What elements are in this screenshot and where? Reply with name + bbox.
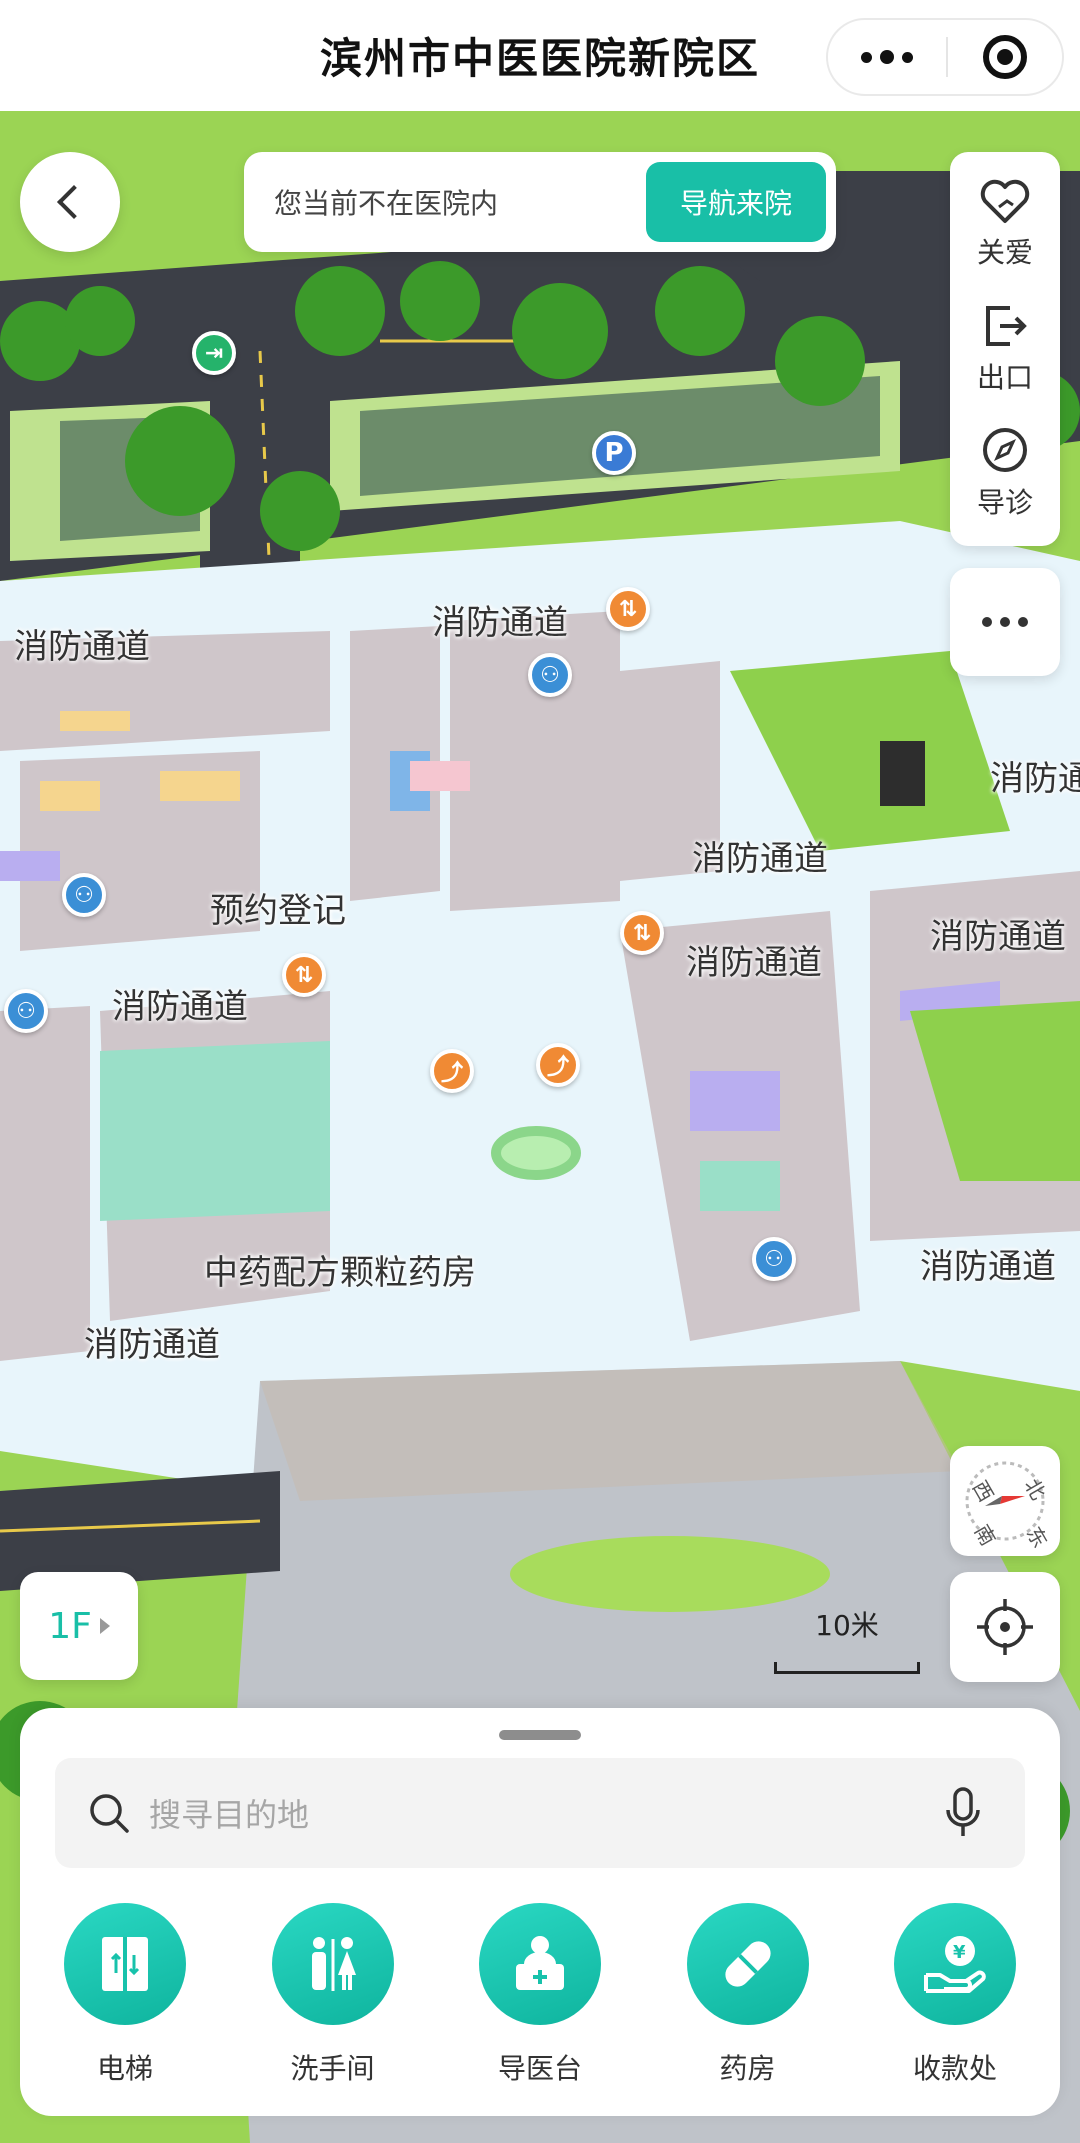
map-label-reservation[interactable]: 预约登记 [210, 883, 346, 932]
quick-guide-desk-label: 导医台 [497, 2052, 582, 2085]
sheet-drag-handle[interactable] [499, 1730, 581, 1740]
chevron-left-icon [57, 185, 91, 219]
map-label-fire-route[interactable]: 消防通道 [84, 1317, 220, 1366]
map-label-fire-route[interactable]: 消防通道 [14, 619, 150, 668]
side-panel: 关爱 出口 导诊 [950, 152, 1060, 546]
restroom-icon [271, 1903, 394, 2025]
mini-program-capsule [826, 18, 1064, 96]
crosshair-icon [977, 1599, 1033, 1655]
elevator-marker-icon[interactable]: ⇅ [620, 911, 664, 955]
close-miniprogram-button[interactable] [948, 20, 1062, 94]
floor-selector[interactable]: 1F [20, 1572, 138, 1680]
quick-pharmacy-label: 药房 [719, 2052, 776, 2085]
quick-restroom-label: 洗手间 [290, 2052, 375, 2085]
map-label-fire-route[interactable]: 消防通道 [990, 751, 1080, 800]
map-scale: 10米 [772, 1604, 922, 1674]
quick-pharmacy[interactable]: 药房 [678, 1903, 818, 2093]
restroom-marker-icon[interactable]: ⚇ [4, 989, 48, 1033]
parking-marker-icon[interactable]: P [592, 431, 636, 475]
heart-care-icon [980, 179, 1030, 223]
elevator-marker-icon[interactable]: ⇅ [606, 587, 650, 631]
quick-elevator-label: 电梯 [96, 2052, 153, 2085]
locate-me-button[interactable] [950, 1572, 1060, 1682]
cashier-icon: ¥ [894, 1903, 1016, 2025]
target-ring-icon [983, 35, 1027, 79]
care-button[interactable]: 关爱 [977, 177, 1033, 271]
map-label-fire-route[interactable]: 消防通道 [686, 935, 822, 984]
map-label-pharmacy-granule[interactable]: 中药配方颗粒药房 [204, 1245, 476, 1294]
map-label-fire-route[interactable]: 消防通道 [930, 909, 1066, 958]
quick-cashier[interactable]: ¥ 收款处 [885, 1903, 1025, 2093]
bottom-sheet: 搜寻目的地 电梯 洗手间 导医台 药房 ¥ 收款处 [20, 1708, 1060, 2116]
compass-south: 南 [970, 1521, 1001, 1550]
location-notice: 您当前不在医院内 导航来院 [244, 152, 836, 252]
back-button[interactable] [20, 152, 120, 252]
quick-cashier-label: 收款处 [912, 2052, 997, 2085]
exit-icon [985, 305, 1027, 346]
quick-restroom[interactable]: 洗手间 [263, 1903, 403, 2093]
care-label: 关爱 [976, 235, 1033, 269]
title-bar: 滨州市中医医院新院区 [0, 0, 1080, 111]
scale-label: 10米 [815, 1609, 879, 1642]
caret-right-icon [99, 1618, 110, 1634]
pill-icon [686, 1903, 809, 2025]
guide-label: 导诊 [976, 486, 1033, 520]
escalator-marker-icon[interactable]: ⤴ [430, 1049, 474, 1093]
guide-desk-icon [479, 1903, 601, 2025]
restroom-marker-icon[interactable]: ⚇ [62, 873, 106, 917]
scale-bar [774, 1662, 920, 1674]
svg-text:¥: ¥ [953, 1942, 966, 1963]
elevator-icon [64, 1903, 186, 2025]
map-label-fire-route[interactable]: 消防通道 [692, 831, 828, 880]
guide-button[interactable]: 导诊 [977, 425, 1033, 521]
map-label-fire-route[interactable]: 消防通道 [432, 595, 568, 644]
map-label-fire-route[interactable]: 消防通道 [112, 979, 248, 1028]
escalator-marker-icon[interactable]: ⤴ [536, 1043, 580, 1087]
restroom-marker-icon[interactable]: ⚇ [752, 1237, 796, 1281]
current-floor: 1F [48, 1605, 92, 1647]
map-label-fire-route[interactable]: 消防通道 [920, 1239, 1056, 1288]
page-title: 滨州市中医医院新院区 [319, 34, 760, 83]
quick-elevator[interactable]: 电梯 [55, 1903, 195, 2093]
elevator-marker-icon[interactable]: ⇅ [282, 953, 326, 997]
compass-east: 东 [1022, 1523, 1053, 1552]
exit-label: 出口 [976, 360, 1033, 394]
notice-message: 您当前不在医院内 [274, 187, 499, 220]
microphone-icon[interactable] [943, 1786, 983, 1840]
more-options-button[interactable] [950, 568, 1060, 676]
compass-north: 北 [1020, 1475, 1051, 1504]
search-icon [90, 1794, 129, 1833]
quick-actions: 电梯 洗手间 导医台 药房 ¥ 收款处 [20, 1903, 1060, 2093]
compass-icon: 北 东 西 南 [965, 1461, 1053, 1552]
search-placeholder: 搜寻目的地 [149, 1796, 310, 1834]
navigate-to-hospital-button[interactable]: 导航来院 [646, 162, 826, 242]
more-menu-button[interactable] [828, 20, 946, 94]
restroom-marker-icon[interactable]: ⚇ [528, 653, 572, 697]
quick-guide-desk[interactable]: 导医台 [470, 1903, 610, 2093]
exit-marker-icon[interactable]: ⇥ [192, 331, 236, 375]
compass-guide-icon [982, 428, 1027, 473]
exit-button[interactable]: 出口 [977, 300, 1033, 396]
compass-widget[interactable]: 北 东 西 南 [950, 1446, 1060, 1556]
search-input[interactable]: 搜寻目的地 [55, 1758, 1025, 1868]
